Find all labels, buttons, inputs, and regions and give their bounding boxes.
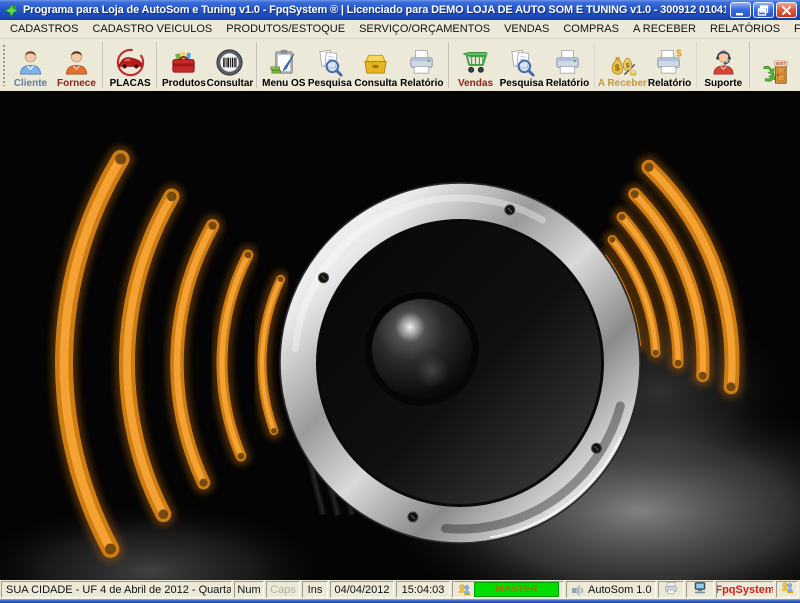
- toolbar-button-relatorio-receber[interactable]: $ Relatório: [647, 40, 693, 90]
- toolbar-separator: [696, 42, 698, 88]
- printer-small-icon: [664, 581, 678, 598]
- toolbar-button-pesquisa-os[interactable]: Pesquisa: [307, 40, 353, 90]
- clipboard-pen-icon: [268, 47, 299, 78]
- status-caps: Caps: [266, 581, 300, 598]
- status-app-version: AutoSom 1.0: [566, 581, 656, 598]
- status-users: [776, 581, 798, 598]
- menu-item-cadastros[interactable]: CADASTROS: [3, 22, 85, 36]
- toolbar-label: Consulta: [354, 78, 397, 89]
- toolbar-label: Relatório: [648, 78, 691, 89]
- toolbar-separator: [156, 42, 158, 88]
- svg-text:EXIT: EXIT: [777, 61, 787, 66]
- toolbar-label: PLACAS: [110, 78, 151, 89]
- client-person-icon: [15, 47, 46, 78]
- toolbar-label: Relatório: [400, 78, 443, 89]
- printer-money-icon: $: [654, 47, 685, 78]
- status-printer: [658, 581, 684, 598]
- toolbar-button-fornece[interactable]: Fornece: [53, 40, 99, 90]
- status-ins: Ins: [302, 581, 328, 598]
- toolbar-button-relatorio-os[interactable]: Relatório: [399, 40, 445, 90]
- toolbar-label: A Receber: [598, 78, 647, 89]
- toolbar-label: Suporte: [704, 78, 742, 89]
- toolbar: Cliente Fornece PLACAS Produtos Consulta…: [0, 39, 800, 91]
- toolbar-label: Vendas: [458, 78, 493, 89]
- status-user-level: MASTER: [452, 581, 564, 598]
- title-bar: Programa para Loja de AutoSom e Tuning v…: [0, 0, 800, 20]
- file-drawer-icon: [360, 47, 391, 78]
- status-date: 04/04/2012: [330, 581, 394, 598]
- speaker-small-icon: [571, 583, 585, 597]
- speaker-artwork: [0, 91, 800, 580]
- status-computer: [686, 581, 714, 598]
- toolbar-button-cliente[interactable]: Cliente: [7, 40, 53, 90]
- status-location-date: SUA CIDADE - UF 4 de Abril de 2012 - Qua…: [1, 581, 232, 598]
- toolbar-separator: [102, 42, 104, 88]
- users-key-icon: [780, 581, 794, 598]
- svg-text:$: $: [676, 49, 682, 60]
- shopping-cart-icon: [460, 47, 491, 78]
- support-agent-icon: [708, 47, 739, 78]
- supplier-person-icon: [61, 47, 92, 78]
- menu-item-ferramentas[interactable]: FERRAMENTAS: [787, 22, 800, 36]
- menu-item-produtos-estoque[interactable]: PRODUTOS/ESTOQUE: [219, 22, 352, 36]
- application-window: Programa para Loja de AutoSom e Tuning v…: [0, 0, 800, 600]
- printer-icon: [406, 47, 437, 78]
- menu-item-cadastro-veiculos[interactable]: CADASTRO VEICULOS: [85, 22, 219, 36]
- status-time: 15:04:03: [396, 581, 450, 598]
- toolbar-label: Menu OS: [262, 78, 305, 89]
- toolbar-button-consultar[interactable]: Consultar: [207, 40, 253, 90]
- toolbar-button-menu-os[interactable]: Menu OS: [261, 40, 307, 90]
- menu-item-servico-orcamentos[interactable]: SERVIÇO/ORÇAMENTOS: [352, 22, 497, 36]
- toolbar-separator: [448, 42, 450, 88]
- svg-text:$: $: [626, 62, 630, 69]
- main-canvas: [0, 91, 800, 580]
- toolbar-label: Pesquisa: [308, 78, 352, 89]
- master-badge: MASTER: [474, 582, 559, 597]
- toolbar-button-suporte[interactable]: Suporte: [700, 40, 746, 90]
- printer-icon: [552, 47, 583, 78]
- menu-item-vendas[interactable]: VENDAS: [497, 22, 556, 36]
- toolbar-separator: [594, 42, 596, 88]
- toolbar-label: Consultar: [207, 78, 254, 89]
- toolbar-label: Produtos: [162, 78, 206, 89]
- toolbar-button-vendas[interactable]: Vendas: [453, 40, 499, 90]
- status-num: Num: [234, 581, 264, 598]
- toolbox-icon: [168, 47, 199, 78]
- toolbar-label: Cliente: [14, 78, 47, 89]
- close-button[interactable]: [776, 2, 797, 18]
- toolbar-button-produtos[interactable]: Produtos: [161, 40, 207, 90]
- status-bar: SUA CIDADE - UF 4 de Abril de 2012 - Qua…: [0, 580, 800, 599]
- menu-item-a-receber[interactable]: A RECEBER: [626, 22, 703, 36]
- toolbar-button-pesquisa-vendas[interactable]: Pesquisa: [499, 40, 545, 90]
- toolbar-label: Fornece: [57, 78, 96, 89]
- toolbar-gripper[interactable]: [2, 44, 5, 86]
- minimize-button[interactable]: [730, 2, 751, 18]
- users-key-icon: [457, 583, 471, 597]
- status-brand: FpqSystem: [716, 581, 774, 598]
- window-controls: [730, 2, 797, 18]
- money-bags-icon: $$: [607, 47, 638, 78]
- toolbar-button-placas[interactable]: PLACAS: [107, 40, 153, 90]
- exit-door-icon: EXIT: [761, 58, 792, 89]
- docs-magnifier-icon: [314, 47, 345, 78]
- menu-bar: CADASTROS CADASTRO VEICULOS PRODUTOS/EST…: [0, 20, 800, 39]
- toolbar-separator: [256, 42, 258, 88]
- window-title: Programa para Loja de AutoSom e Tuning v…: [23, 4, 726, 16]
- toolbar-button-consulta-os[interactable]: Consulta: [353, 40, 399, 90]
- docs-magnifier-icon: [506, 47, 537, 78]
- svg-text:$: $: [615, 62, 620, 72]
- toolbar-button-a-receber[interactable]: $$ A Receber: [598, 40, 646, 90]
- toolbar-button-exit[interactable]: EXIT: [754, 40, 800, 90]
- toolbar-button-relatorio-vendas[interactable]: Relatório: [545, 40, 591, 90]
- restore-button[interactable]: [753, 2, 774, 18]
- toolbar-label: Pesquisa: [500, 78, 544, 89]
- computer-small-icon: [693, 581, 707, 598]
- menu-item-relatorios[interactable]: RELATÓRIOS: [703, 22, 787, 36]
- car-plate-icon: [115, 47, 146, 78]
- barcode-icon: [214, 47, 245, 78]
- menu-item-compras[interactable]: COMPRAS: [556, 22, 626, 36]
- toolbar-label: Relatório: [546, 78, 589, 89]
- green-sparkle-icon: [3, 2, 19, 18]
- toolbar-separator: [749, 42, 751, 88]
